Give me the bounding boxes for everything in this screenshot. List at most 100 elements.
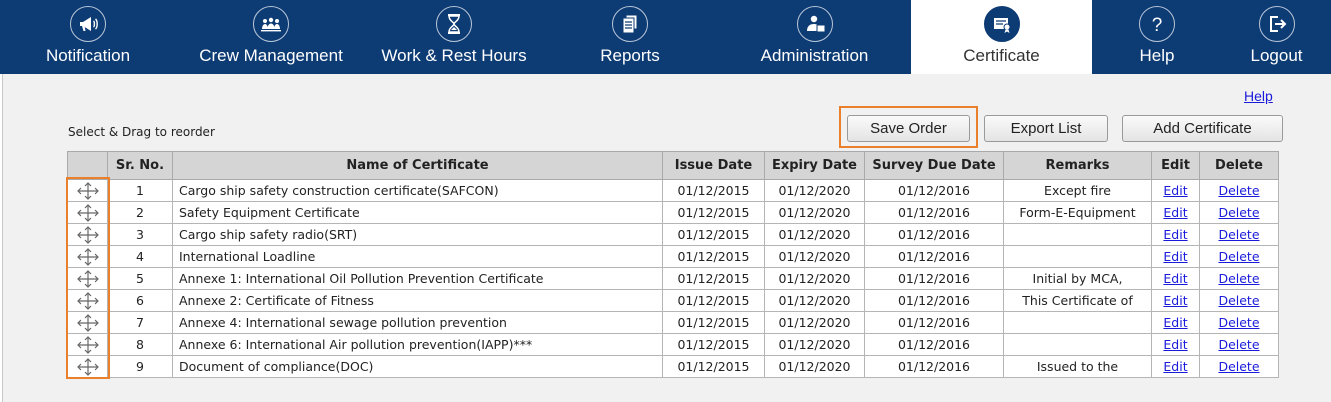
cell-edit: Edit bbox=[1151, 245, 1200, 268]
edit-link[interactable]: Edit bbox=[1163, 183, 1187, 198]
cell-survey-due-date: 01/12/2016 bbox=[864, 267, 1004, 290]
crew-icon bbox=[253, 6, 289, 42]
cell-expiry-date: 01/12/2020 bbox=[764, 179, 865, 202]
nav-work-rest-hours[interactable]: Work & Rest Hours bbox=[366, 0, 542, 74]
help-icon: ? bbox=[1139, 6, 1175, 42]
move-icon bbox=[75, 291, 101, 310]
nav-help[interactable]: ? Help bbox=[1092, 0, 1222, 74]
delete-link[interactable]: Delete bbox=[1218, 337, 1259, 352]
cell-edit: Edit bbox=[1151, 289, 1200, 312]
cell-survey-due-date: 01/12/2016 bbox=[864, 179, 1004, 202]
nav-notification[interactable]: Notification bbox=[0, 0, 176, 74]
cell-delete: Delete bbox=[1199, 179, 1279, 202]
cell-expiry-date: 01/12/2020 bbox=[764, 289, 865, 312]
cell-edit: Edit bbox=[1151, 201, 1200, 224]
drag-handle[interactable] bbox=[67, 179, 108, 202]
edit-link[interactable]: Edit bbox=[1163, 315, 1187, 330]
export-list-button[interactable]: Export List bbox=[984, 115, 1108, 142]
table-row: 9 Document of compliance(DOC) 01/12/2015 01… bbox=[67, 355, 1279, 378]
cell-remarks: Form-E-Equipment bbox=[1003, 201, 1152, 224]
edit-link[interactable]: Edit bbox=[1163, 337, 1187, 352]
logout-icon bbox=[1258, 6, 1295, 42]
cell-delete: Delete bbox=[1199, 201, 1279, 224]
nav-label: Logout bbox=[1250, 46, 1303, 65]
table-row: 5 Annexe 1: International Oil Pollution P… bbox=[67, 267, 1279, 290]
cell-edit: Edit bbox=[1151, 333, 1200, 356]
move-icon bbox=[75, 357, 101, 376]
save-order-button[interactable]: Save Order bbox=[847, 115, 970, 142]
edit-link[interactable]: Edit bbox=[1163, 205, 1187, 220]
drag-handle[interactable] bbox=[67, 333, 108, 356]
cell-survey-due-date: 01/12/2016 bbox=[864, 311, 1004, 334]
cell-survey-due-date: 01/12/2016 bbox=[864, 289, 1004, 312]
nav-certificate[interactable]: Certificate bbox=[911, 0, 1092, 74]
drag-handle[interactable] bbox=[67, 289, 108, 312]
drag-handle[interactable] bbox=[67, 223, 108, 246]
cell-issue-date: 01/12/2015 bbox=[662, 289, 765, 312]
megaphone-icon bbox=[70, 6, 106, 42]
move-icon bbox=[75, 335, 101, 354]
cell-delete: Delete bbox=[1199, 311, 1279, 334]
nav-label: Certificate bbox=[963, 46, 1040, 65]
cell-remarks bbox=[1003, 333, 1152, 356]
hourglass-icon bbox=[436, 6, 472, 42]
add-certificate-button[interactable]: Add Certificate bbox=[1122, 115, 1283, 142]
cell-delete: Delete bbox=[1199, 355, 1279, 378]
header-drag bbox=[67, 151, 108, 180]
table-row: 8 Annexe 6: International Air pollution p… bbox=[67, 333, 1279, 356]
delete-link[interactable]: Delete bbox=[1218, 205, 1259, 220]
edit-link[interactable]: Edit bbox=[1163, 249, 1187, 264]
delete-link[interactable]: Delete bbox=[1218, 271, 1259, 286]
cell-edit: Edit bbox=[1151, 267, 1200, 290]
drag-handle[interactable] bbox=[67, 355, 108, 378]
header-name: Name of Certificate bbox=[172, 151, 663, 180]
table-row: 6 Annexe 2: Certificate of Fitness 01/12/2… bbox=[67, 289, 1279, 312]
edit-link[interactable]: Edit bbox=[1163, 359, 1187, 374]
delete-link[interactable]: Delete bbox=[1218, 249, 1259, 264]
edit-link[interactable]: Edit bbox=[1163, 293, 1187, 308]
delete-link[interactable]: Delete bbox=[1218, 315, 1259, 330]
cell-issue-date: 01/12/2015 bbox=[662, 201, 765, 224]
drag-hint-text: Select & Drag to reorder bbox=[68, 125, 215, 139]
header-sr-no: Sr. No. bbox=[107, 151, 173, 180]
header-delete: Delete bbox=[1199, 151, 1279, 180]
drag-handle[interactable] bbox=[67, 245, 108, 268]
help-link[interactable]: Help bbox=[1244, 88, 1273, 104]
table-row: 3 Cargo ship safety radio(SRT) 01/12/2015 0… bbox=[67, 223, 1279, 246]
cell-sr-no: 6 bbox=[107, 289, 173, 312]
delete-link[interactable]: Delete bbox=[1218, 183, 1259, 198]
cell-survey-due-date: 01/12/2016 bbox=[864, 201, 1004, 224]
nav-administration[interactable]: Administration bbox=[718, 0, 911, 74]
edit-link[interactable]: Edit bbox=[1163, 271, 1187, 286]
cell-survey-due-date: 01/12/2016 bbox=[864, 355, 1004, 378]
header-edit: Edit bbox=[1151, 151, 1200, 180]
cell-name: Annexe 2: Certificate of Fitness bbox=[172, 289, 663, 312]
nav-label: Reports bbox=[600, 46, 660, 65]
cell-edit: Edit bbox=[1151, 355, 1200, 378]
nav-logout[interactable]: Logout bbox=[1222, 0, 1331, 74]
drag-handle[interactable] bbox=[67, 201, 108, 224]
cell-sr-no: 4 bbox=[107, 245, 173, 268]
cell-delete: Delete bbox=[1199, 223, 1279, 246]
edit-link[interactable]: Edit bbox=[1163, 227, 1187, 242]
drag-handle[interactable] bbox=[67, 267, 108, 290]
cell-issue-date: 01/12/2015 bbox=[662, 333, 765, 356]
cell-name: Cargo ship safety construction certifica… bbox=[172, 179, 663, 202]
nav-label: Work & Rest Hours bbox=[381, 46, 527, 65]
drag-handle[interactable] bbox=[67, 311, 108, 334]
move-icon bbox=[75, 247, 101, 266]
cell-remarks bbox=[1003, 223, 1152, 246]
cell-name: Document of compliance(DOC) bbox=[172, 355, 663, 378]
nav-crew-management[interactable]: Crew Management bbox=[176, 0, 366, 74]
nav-reports[interactable]: Reports bbox=[542, 0, 718, 74]
delete-link[interactable]: Delete bbox=[1218, 359, 1259, 374]
cell-expiry-date: 01/12/2020 bbox=[764, 267, 865, 290]
cell-remarks: Initial by MCA, bbox=[1003, 267, 1152, 290]
cell-survey-due-date: 01/12/2016 bbox=[864, 245, 1004, 268]
move-icon bbox=[75, 225, 101, 244]
delete-link[interactable]: Delete bbox=[1218, 227, 1259, 242]
cell-sr-no: 5 bbox=[107, 267, 173, 290]
delete-link[interactable]: Delete bbox=[1218, 293, 1259, 308]
nav-label: Crew Management bbox=[199, 46, 343, 65]
reports-icon bbox=[612, 6, 648, 42]
